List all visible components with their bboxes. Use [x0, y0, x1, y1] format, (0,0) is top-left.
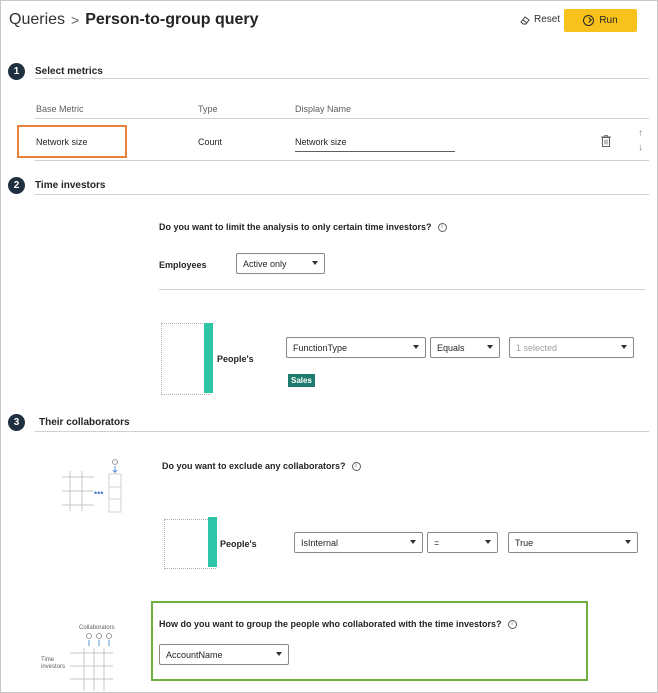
- info-icon[interactable]: i: [351, 461, 361, 471]
- reorder-controls: ↑ ↓: [638, 127, 643, 155]
- dropdown-value: Active only: [243, 258, 287, 269]
- chevron-down-icon: [625, 540, 631, 544]
- divider: [35, 78, 649, 79]
- value-dropdown[interactable]: True: [508, 532, 638, 553]
- arrow-down-icon[interactable]: ↓: [638, 141, 643, 155]
- chevron-down-icon: [276, 652, 282, 656]
- value-dropdown[interactable]: 1 selected: [509, 337, 634, 358]
- metric-type-value: Count: [198, 137, 223, 147]
- trash-icon[interactable]: [601, 135, 611, 147]
- chevron-down-icon: [621, 345, 627, 349]
- info-icon[interactable]: i: [437, 222, 447, 232]
- column-header-display-name: Display Name: [295, 104, 352, 114]
- chevron-down-icon: [487, 345, 493, 349]
- illustration-label-time-investors: Time investors: [41, 657, 66, 670]
- operator-dropdown[interactable]: Equals: [430, 337, 500, 358]
- dropdown-value: True: [515, 537, 534, 548]
- reset-label: Reset: [534, 14, 561, 25]
- divider: [35, 118, 649, 119]
- illustration-label-collaborators: Collaborators: [79, 625, 115, 631]
- dropdown-value: AccountName: [166, 649, 223, 660]
- section-title: Time investors: [35, 180, 106, 191]
- info-icon[interactable]: i: [507, 619, 517, 629]
- divider: [35, 431, 649, 432]
- section-title: Select metrics: [35, 66, 103, 77]
- play-circle-icon: [583, 15, 595, 26]
- breadcrumb-queries-link[interactable]: Queries: [9, 11, 65, 29]
- section-time-investors: 2 Time investors: [8, 177, 105, 194]
- operator-dropdown[interactable]: =: [427, 532, 498, 553]
- chevron-down-icon: [312, 261, 318, 265]
- svg-text:•••: •••: [94, 488, 103, 498]
- run-label: Run: [599, 15, 618, 26]
- base-metric-value: Network size: [36, 137, 88, 147]
- column-header-base-metric: Base Metric: [36, 104, 84, 114]
- divider: [35, 160, 649, 161]
- page-header: Queries > Person-to-group query Reset Ru…: [1, 1, 657, 41]
- query-builder-page: Queries > Person-to-group query Reset Ru…: [0, 0, 658, 693]
- dropdown-value: 1 selected: [516, 342, 558, 353]
- chevron-down-icon: [410, 540, 416, 544]
- highlight-box-green: [151, 601, 588, 681]
- reset-button[interactable]: Reset: [520, 14, 560, 25]
- divider: [159, 289, 645, 290]
- section-title: Their collaborators: [39, 417, 130, 428]
- collaborators-grid-illustration: •••: [62, 459, 122, 513]
- attribute-dropdown[interactable]: IsInternal: [294, 532, 423, 553]
- column-header-type: Type: [198, 104, 218, 114]
- question-text: Do you want to limit the analysis to onl…: [159, 222, 432, 232]
- chevron-right-icon: >: [71, 12, 80, 28]
- chevron-down-icon: [413, 345, 419, 349]
- eraser-icon: [520, 15, 530, 24]
- group-grid-illustration: [70, 633, 113, 691]
- dropdown-value: =: [434, 537, 440, 548]
- run-button[interactable]: Run: [564, 9, 637, 32]
- step-number: 2: [8, 177, 25, 194]
- section-their-collaborators: 3 Their collaborators: [8, 414, 130, 431]
- divider: [35, 194, 649, 195]
- filter-subject-label: People's: [220, 539, 257, 549]
- filter-accent-bar: [208, 517, 217, 567]
- filter-subject-label: People's: [217, 354, 254, 364]
- selected-value-tag: Sales: [288, 374, 315, 387]
- display-name-input[interactable]: Network size: [295, 134, 455, 152]
- breadcrumb: Queries > Person-to-group query: [9, 11, 259, 29]
- employees-label-text: Employees: [159, 260, 207, 270]
- question-text: Do you want to exclude any collaborators…: [162, 461, 346, 471]
- arrow-up-icon[interactable]: ↑: [638, 127, 643, 141]
- employees-dropdown[interactable]: Active only: [236, 253, 325, 274]
- dropdown-value: Equals: [437, 342, 465, 353]
- filter-accent-bar: [204, 323, 213, 393]
- question-text: How do you want to group the people who …: [159, 619, 502, 629]
- step-number: 3: [8, 414, 25, 431]
- exclude-collaborators-question: Do you want to exclude any collaborators…: [162, 461, 361, 471]
- dropdown-value: FunctionType: [293, 342, 348, 353]
- dropdown-value: IsInternal: [301, 537, 339, 548]
- group-by-dropdown[interactable]: AccountName: [159, 644, 289, 665]
- group-collaborators-question: How do you want to group the people who …: [159, 619, 517, 629]
- page-title: Person-to-group query: [85, 11, 259, 28]
- employees-label: Employees: [159, 260, 207, 270]
- attribute-dropdown[interactable]: FunctionType: [286, 337, 426, 358]
- chevron-down-icon: [485, 540, 491, 544]
- time-investors-question: Do you want to limit the analysis to onl…: [159, 222, 447, 232]
- step-number: 1: [8, 63, 25, 80]
